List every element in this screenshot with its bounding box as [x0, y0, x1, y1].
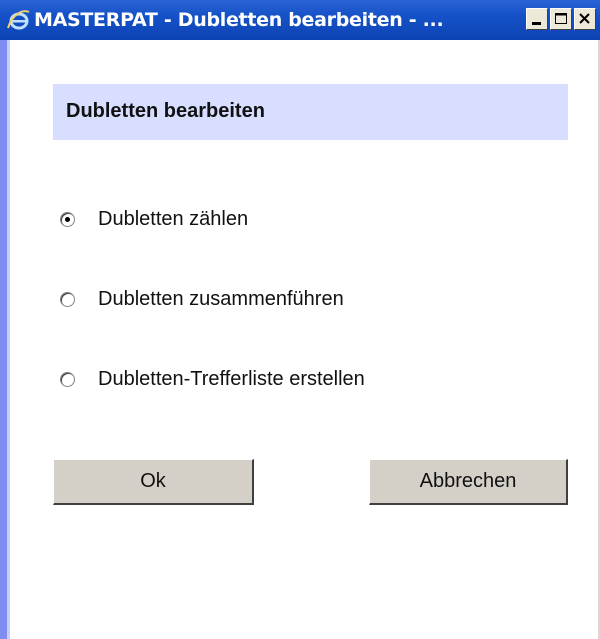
radio-count-duplicates[interactable] [60, 212, 75, 227]
window-left-border [0, 40, 7, 639]
close-icon [579, 13, 590, 24]
minimize-icon [532, 22, 541, 25]
window-left-border-inner [7, 40, 10, 639]
radio-create-hitlist[interactable] [60, 372, 75, 387]
dialog-window: MASTERPAT - Dubletten bearbeiten - ... D… [0, 0, 600, 639]
maximize-button[interactable] [550, 8, 572, 30]
dialog-title: Dubletten bearbeiten [66, 100, 265, 122]
close-button[interactable] [574, 8, 596, 30]
ok-button[interactable]: Ok [53, 459, 254, 505]
option-label: Dubletten-Trefferliste erstellen [98, 368, 365, 390]
minimize-button[interactable] [526, 8, 548, 30]
dialog-header: Dubletten bearbeiten [53, 84, 568, 140]
window-title: MASTERPAT - Dubletten bearbeiten - ... [34, 9, 444, 31]
maximize-icon [555, 13, 567, 24]
option-label: Dubletten zählen [98, 208, 249, 230]
ie-icon [6, 9, 30, 31]
title-bar[interactable]: MASTERPAT - Dubletten bearbeiten - ... [0, 0, 600, 40]
cancel-button[interactable]: Abbrechen [369, 459, 568, 505]
radio-merge-duplicates[interactable] [60, 292, 75, 307]
option-label: Dubletten zusammenführen [98, 288, 344, 310]
